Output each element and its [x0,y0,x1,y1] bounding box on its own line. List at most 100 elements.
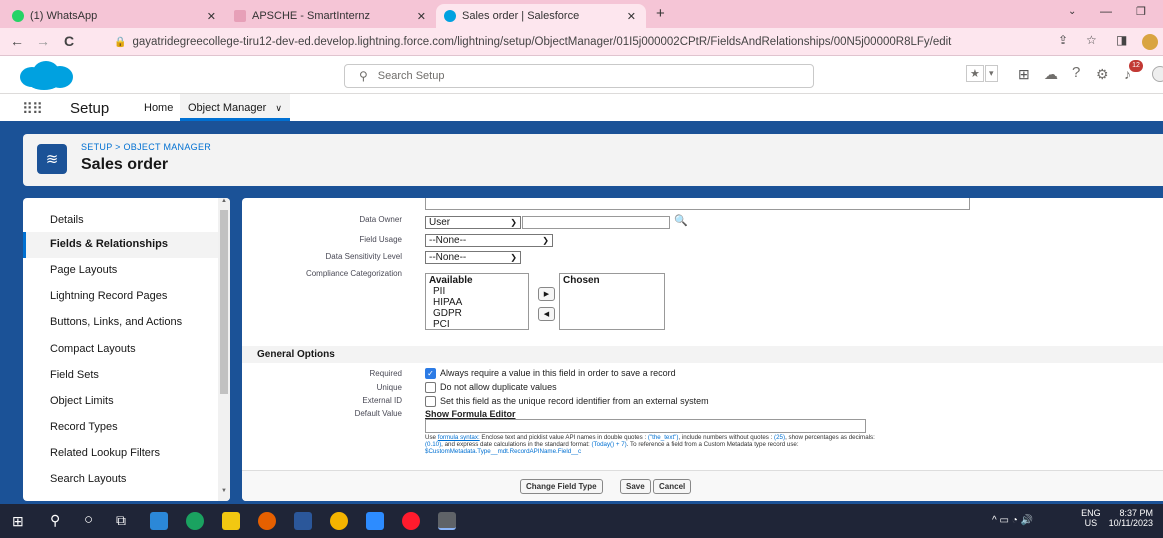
lookup-search-icon[interactable]: 🔍 [674,214,688,227]
sidebar-item-page-layouts[interactable]: Page Layouts [23,258,218,284]
chrome-active-icon[interactable] [438,512,456,530]
add-to-chosen-button[interactable]: ▶ [538,287,555,301]
setup-gear-icon[interactable]: ⚙ [1096,66,1109,83]
tray-icons[interactable]: ^ ▭ ◔ 🔊 [992,515,1033,526]
list-item[interactable]: GDPR [429,308,525,319]
search-setup-input[interactable]: ⚲ Search Setup [344,64,814,88]
app-launcher-icon[interactable]: ⠿⠿ [22,100,43,118]
trailhead-icon[interactable]: ☁ [1044,66,1058,83]
unique-label: Unique [376,383,402,392]
close-icon[interactable]: ✕ [207,10,216,23]
cancel-button[interactable]: Cancel [653,479,692,494]
arrow-right-icon: ▶ [543,291,550,298]
close-icon[interactable]: ✕ [627,10,636,23]
chevron-down-icon[interactable]: ∨ [275,103,282,113]
help-text: Enclose text and picklist value API name… [479,434,648,441]
zoom-icon[interactable] [366,512,384,530]
help-text: , and express date calculations in the s… [441,441,592,448]
scroll-down-icon[interactable]: ▼ [221,488,227,494]
scrollbar-thumb[interactable] [220,210,228,394]
field-edit-form: Data Owner User ❯ 🔍 Field Usage --None--… [242,198,1163,501]
favorites-dropdown-icon[interactable]: ▾ [985,65,998,82]
sidebar-item-search-layouts[interactable]: Search Layouts [23,467,218,493]
reload-icon[interactable]: C [64,33,74,49]
show-formula-editor-link[interactable]: Show Formula Editor [425,409,516,419]
default-value-textarea[interactable] [425,419,866,433]
url-field[interactable]: 🔒 gayatridegreecollege-tiru12-dev-ed.dev… [114,32,1099,52]
close-icon[interactable]: ✕ [417,10,426,23]
help-text: , include numbers without quotes : [678,434,775,441]
sensitivity-value: --None-- [429,252,467,263]
save-button[interactable]: Save [620,479,651,494]
mail-icon[interactable] [150,512,168,530]
sidebar-item-details[interactable]: Details [23,208,218,234]
sidebar-item-lightning-record-pages[interactable]: Lightning Record Pages [23,284,218,310]
windows-start-icon[interactable]: ⊞ [12,513,24,530]
opera-icon[interactable] [402,512,420,530]
formula-syntax-link[interactable]: formula syntax: [438,434,480,441]
sensitivity-select[interactable]: --None-- ❯ [425,251,521,264]
share-icon[interactable]: ⇪ [1058,33,1068,47]
scroll-up-icon[interactable]: ▲ [221,198,227,204]
bookmark-star-icon[interactable]: ☆ [1086,33,1097,47]
favorites-star-icon[interactable]: ★ [966,65,984,82]
back-icon[interactable]: ← [10,33,24,49]
list-item[interactable]: PCI [429,319,525,330]
cortana-icon[interactable]: ○ [84,511,93,528]
tab-whatsapp[interactable]: (1) WhatsApp ✕ [4,4,226,28]
required-checkbox[interactable]: ✓ [425,368,436,379]
nav-object-manager[interactable]: Object Manager ∨ [180,94,290,121]
system-tray-clock[interactable]: ENG US 8:37 PM 10/11/2023 [1081,508,1153,528]
task-view-icon[interactable]: ⧉ [116,512,126,529]
list-item[interactable]: PII [429,286,525,297]
help-example: $CustomMetadata.Type__mdt.RecordAPIName.… [425,448,582,455]
data-owner-select[interactable]: User ❯ [425,216,521,229]
user-avatar[interactable] [1152,66,1163,82]
remove-from-chosen-button[interactable]: ◀ [538,307,555,321]
profile-avatar[interactable] [1142,34,1158,50]
data-owner-lookup-input[interactable] [522,216,670,229]
global-actions-icon[interactable]: ⊞ [1018,66,1030,83]
breadcrumb[interactable]: SETUP > OBJECT MANAGER [81,142,211,152]
nav-object-manager-label: Object Manager [188,102,267,114]
arrow-left-icon: ◀ [543,311,550,318]
help-icon[interactable]: ? [1072,64,1080,81]
sidebar-item-object-limits[interactable]: Object Limits [23,389,218,415]
change-field-type-button[interactable]: Change Field Type [520,479,603,494]
file-explorer-icon[interactable] [222,512,240,530]
sensitivity-label: Data Sensitivity Level [325,252,402,261]
sidebar-item-buttons-links-actions[interactable]: Buttons, Links, and Actions [23,310,218,336]
tab-list-icon[interactable]: ⌄ [1068,6,1076,17]
tab-salesforce[interactable]: Sales order | Salesforce ✕ [436,4,646,28]
field-usage-select[interactable]: --None-- ❯ [425,234,553,247]
sidepanel-icon[interactable]: ◨ [1116,33,1127,47]
sidebar-item-field-sets[interactable]: Field Sets [23,363,218,389]
edge-icon[interactable] [186,512,204,530]
sidebar-item-fields-relationships[interactable]: Fields & Relationships [23,232,218,258]
minimize-icon[interactable]: — [1100,4,1112,18]
clock-time: 8:37 PM [1119,508,1153,518]
sidebar-item-compact-layouts[interactable]: Compact Layouts [23,337,218,363]
chrome-icon[interactable] [330,512,348,530]
help-example: (0.10) [425,441,442,448]
description-textarea[interactable] [425,198,970,210]
tab-apsche[interactable]: APSCHE - SmartInternz ✕ [226,4,436,28]
sidebar-item-record-types[interactable]: Record Types [23,415,218,441]
search-icon[interactable]: ⚲ [50,512,60,529]
restore-icon[interactable]: ❐ [1136,5,1146,18]
external-id-checkbox[interactable] [425,396,436,407]
search-placeholder: Search Setup [377,70,445,82]
new-tab-button[interactable]: + [656,5,665,22]
sidebar-scrollbar[interactable]: ▲ ▼ [218,198,230,501]
word-icon[interactable] [294,512,312,530]
salesforce-logo[interactable] [18,60,74,90]
page-header: ≋ SETUP > OBJECT MANAGER Sales order [23,134,1163,186]
chosen-listbox[interactable]: Chosen [559,273,665,330]
nav-home[interactable]: Home [144,102,173,114]
forward-icon[interactable]: → [36,33,50,49]
list-item[interactable]: HIPAA [429,297,525,308]
sidebar-item-related-lookup-filters[interactable]: Related Lookup Filters [23,441,218,467]
unique-checkbox[interactable] [425,382,436,393]
available-listbox[interactable]: Available PII HIPAA GDPR PCI [425,273,529,330]
firefox-icon[interactable] [258,512,276,530]
